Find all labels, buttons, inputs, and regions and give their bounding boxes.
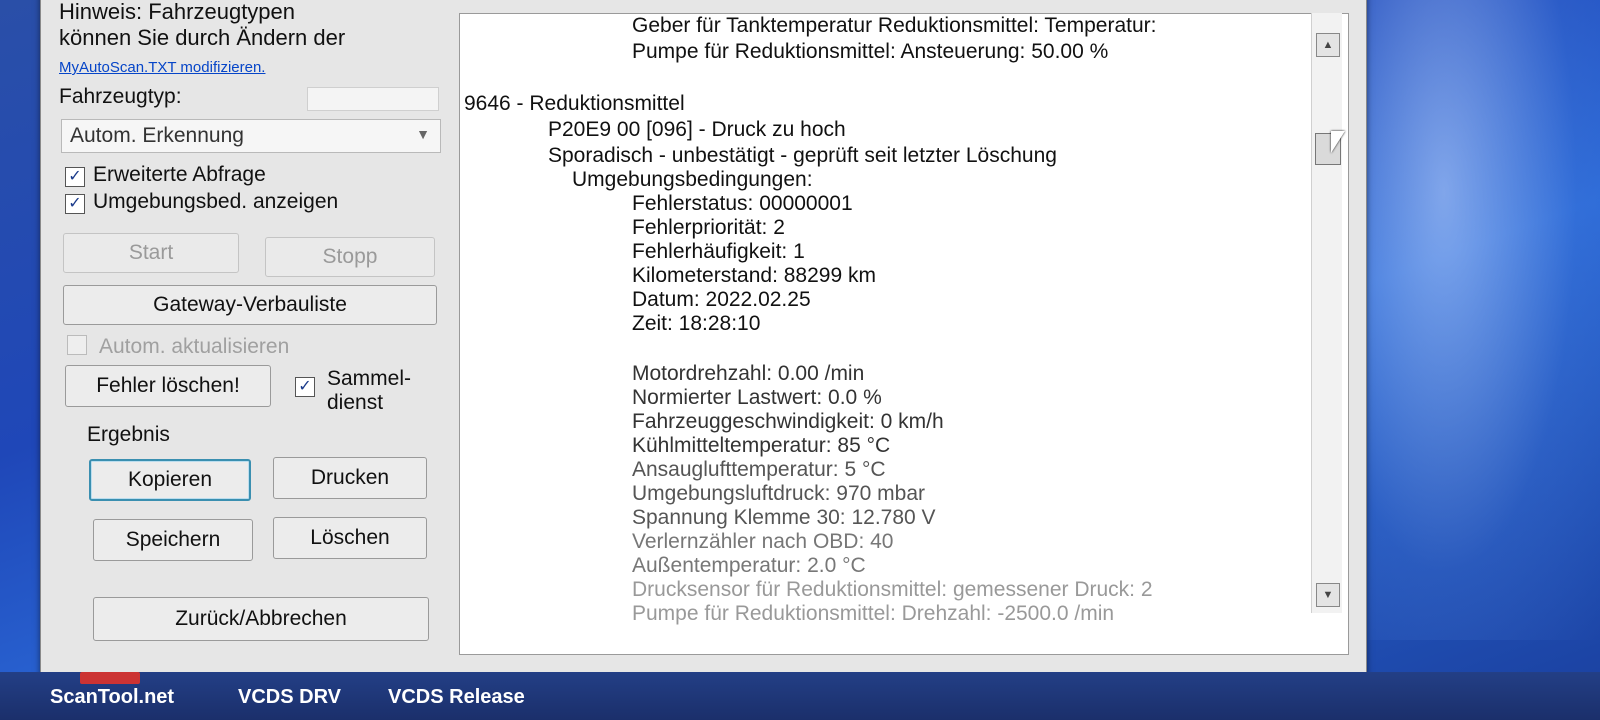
print-button[interactable]: Drucken xyxy=(273,457,427,499)
checkmark-icon: ✓ xyxy=(68,195,82,212)
output-line: Fehlerstatus: 00000001 xyxy=(632,192,853,215)
scroll-up-icon[interactable]: ▲ xyxy=(1316,33,1340,57)
hint-line-2: können Sie durch Ändern der xyxy=(59,25,346,50)
output-line: Fehlerhäufigkeit: 1 xyxy=(632,240,805,263)
delete-button[interactable]: Löschen xyxy=(273,517,427,559)
hint-line-1: Hinweis: Fahrzeugtypen xyxy=(59,0,296,24)
checkmark-icon: ✓ xyxy=(298,378,312,395)
vehicle-type-select[interactable]: Autom. Erkennung ▼ xyxy=(61,119,441,153)
output-line: Fehlerpriorität: 2 xyxy=(632,216,785,239)
scroll-down-icon[interactable]: ▼ xyxy=(1316,583,1340,607)
save-button[interactable]: Speichern xyxy=(93,519,253,561)
vcds-window: Hinweis: Fahrzeugtypen können Sie durch … xyxy=(40,0,1367,677)
scantool-icon xyxy=(80,672,140,684)
extended-query-checkbox[interactable]: ✓ xyxy=(65,167,85,187)
output-line: Sporadisch - unbestätigt - geprüft seit … xyxy=(548,144,1057,167)
output-line: Umgebungsluftdruck: 970 mbar xyxy=(632,482,925,505)
auto-update-checkbox[interactable] xyxy=(67,335,87,355)
output-line: Kilometerstand: 88299 km xyxy=(632,264,876,287)
output-line: Verlernzähler nach OBD: 40 xyxy=(632,530,894,553)
result-label: Ergebnis xyxy=(87,423,170,446)
output-line: Motordrehzahl: 0.00 /min xyxy=(632,362,865,385)
show-env-checkbox[interactable]: ✓ xyxy=(65,194,85,214)
copy-button[interactable]: Kopieren xyxy=(89,459,251,501)
collective-service-label: Sammel- dienst xyxy=(327,367,411,415)
output-line: Kühlmitteltemperatur: 85 °C xyxy=(632,434,891,457)
output-line: Pumpe für Reduktionsmittel: Drehzahl: -2… xyxy=(632,602,1115,625)
collective-service-label-2: dienst xyxy=(327,391,384,414)
vehicle-type-value: Autom. Erkennung xyxy=(70,124,244,147)
hint-text: Hinweis: Fahrzeugtypen können Sie durch … xyxy=(59,0,449,51)
gateway-list-button[interactable]: Gateway-Verbauliste xyxy=(63,285,437,325)
myautoscan-link[interactable]: MyAutoScan.TXT modifizieren. xyxy=(59,59,265,76)
taskbar: ScanTool.net VCDS DRV VCDS Release xyxy=(0,672,1600,720)
chevron-down-icon: ▼ xyxy=(416,126,430,142)
output-line: Umgebungsbedingungen: xyxy=(572,168,813,191)
back-cancel-button[interactable]: Zurück/Abbrechen xyxy=(93,597,429,641)
output-line: Fahrzeuggeschwindigkeit: 0 km/h xyxy=(632,410,944,433)
output-line: P20E9 00 [096] - Druck zu hoch xyxy=(548,118,846,141)
output-line: Drucksensor für Reduktionsmittel: gemess… xyxy=(632,578,1153,601)
desktop-background xyxy=(1340,0,1600,640)
stop-button[interactable]: Stopp xyxy=(265,237,435,277)
output-line: Ansauglufttemperatur: 5 °C xyxy=(632,458,886,481)
output-line: Pumpe für Reduktionsmittel: Ansteuerung:… xyxy=(632,40,1109,63)
output-line: 9646 - Reduktionsmittel xyxy=(464,92,685,115)
start-button[interactable]: Start xyxy=(63,233,239,273)
output-line: Normierter Lastwert: 0.0 % xyxy=(632,386,882,409)
output-scrollbar[interactable]: ▲ ▼ xyxy=(1311,13,1342,613)
left-panel: Hinweis: Fahrzeugtypen können Sie durch … xyxy=(41,0,461,676)
vehicle-type-field[interactable] xyxy=(307,87,439,111)
taskbar-item-scantool[interactable]: ScanTool.net xyxy=(50,686,174,709)
checkmark-icon: ✓ xyxy=(68,168,82,185)
result-output-area[interactable]: Geber für Tanktemperatur Reduktionsmitte… xyxy=(459,13,1349,655)
output-line: Geber für Tanktemperatur Reduktionsmitte… xyxy=(632,14,1157,37)
output-line: Spannung Klemme 30: 12.780 V xyxy=(632,506,936,529)
clear-faults-button[interactable]: Fehler löschen! xyxy=(65,365,271,407)
taskbar-item-vcds-drv[interactable]: VCDS DRV xyxy=(238,686,341,709)
show-env-label: Umgebungsbed. anzeigen xyxy=(93,190,339,213)
auto-update-label: Autom. aktualisieren xyxy=(99,335,290,358)
mouse-cursor-icon xyxy=(1331,131,1345,153)
output-line: Zeit: 18:28:10 xyxy=(632,312,761,335)
vehicle-type-label: Fahrzeugtyp: xyxy=(59,85,182,108)
taskbar-item-vcds-release[interactable]: VCDS Release xyxy=(388,686,525,709)
extended-query-label: Erweiterte Abfrage xyxy=(93,163,266,186)
collective-service-label-1: Sammel- xyxy=(327,367,412,390)
output-line: Außentemperatur: 2.0 °C xyxy=(632,554,866,577)
output-line: Datum: 2022.02.25 xyxy=(632,288,811,311)
collective-service-checkbox[interactable]: ✓ xyxy=(295,377,315,397)
